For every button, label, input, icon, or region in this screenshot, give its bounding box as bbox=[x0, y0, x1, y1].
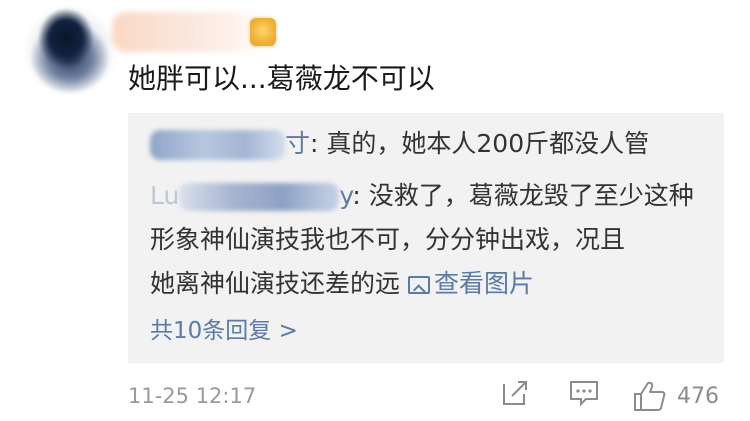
badge-icon bbox=[250, 18, 276, 46]
comment-button[interactable] bbox=[568, 378, 600, 414]
comment-icon bbox=[570, 381, 598, 407]
reply-text-line-2: 形象神仙演技我也不可，分分钟出戏，况且 bbox=[150, 225, 626, 254]
reply-text-line-3: 她离神仙演技还差的远 bbox=[150, 269, 408, 298]
reply-name-blurred[interactable] bbox=[150, 130, 285, 160]
share-button[interactable] bbox=[500, 378, 532, 414]
image-icon bbox=[407, 276, 430, 294]
view-picture-label[interactable]: 查看图片 bbox=[434, 269, 534, 298]
username-blurred[interactable] bbox=[112, 12, 272, 52]
reply-name-blurred[interactable] bbox=[179, 183, 340, 211]
like-button[interactable]: 476 bbox=[633, 378, 733, 414]
reply-text: : 真的，她本人200斤都没人管 bbox=[310, 129, 650, 158]
view-picture-link[interactable]: 查看图片 bbox=[407, 269, 534, 298]
reply-name-prefix[interactable]: Lu bbox=[150, 181, 179, 210]
reply-box[interactable]: 寸: 真的，她本人200斤都没人管 Lu y: 没救了，葛薇龙毁了至少这种 形象神… bbox=[128, 113, 724, 363]
like-count: 476 bbox=[677, 383, 719, 409]
reply-text-line-1: : 没救了，葛薇龙毁了至少这种 bbox=[352, 181, 694, 210]
reply-item-1[interactable]: 寸: 真的，她本人200斤都没人管 bbox=[150, 121, 704, 167]
more-replies-link[interactable]: 共10条回复 > bbox=[150, 311, 298, 345]
reply-text-line-3-wrap: 她离神仙演技还差的远 查看图片 bbox=[150, 261, 704, 307]
avatar[interactable] bbox=[22, 6, 118, 96]
comment-text: 她胖可以...葛薇龙不可以 bbox=[128, 62, 435, 95]
reply-name-suffix[interactable]: 寸 bbox=[285, 129, 310, 158]
reply-name-suffix[interactable]: y bbox=[339, 181, 352, 210]
comment-timestamp: 11-25 12:17 bbox=[128, 384, 257, 408]
share-icon bbox=[503, 381, 527, 405]
thumbs-up-icon bbox=[634, 381, 666, 411]
reply-item-2[interactable]: Lu y: 没救了，葛薇龙毁了至少这种 bbox=[150, 173, 704, 219]
